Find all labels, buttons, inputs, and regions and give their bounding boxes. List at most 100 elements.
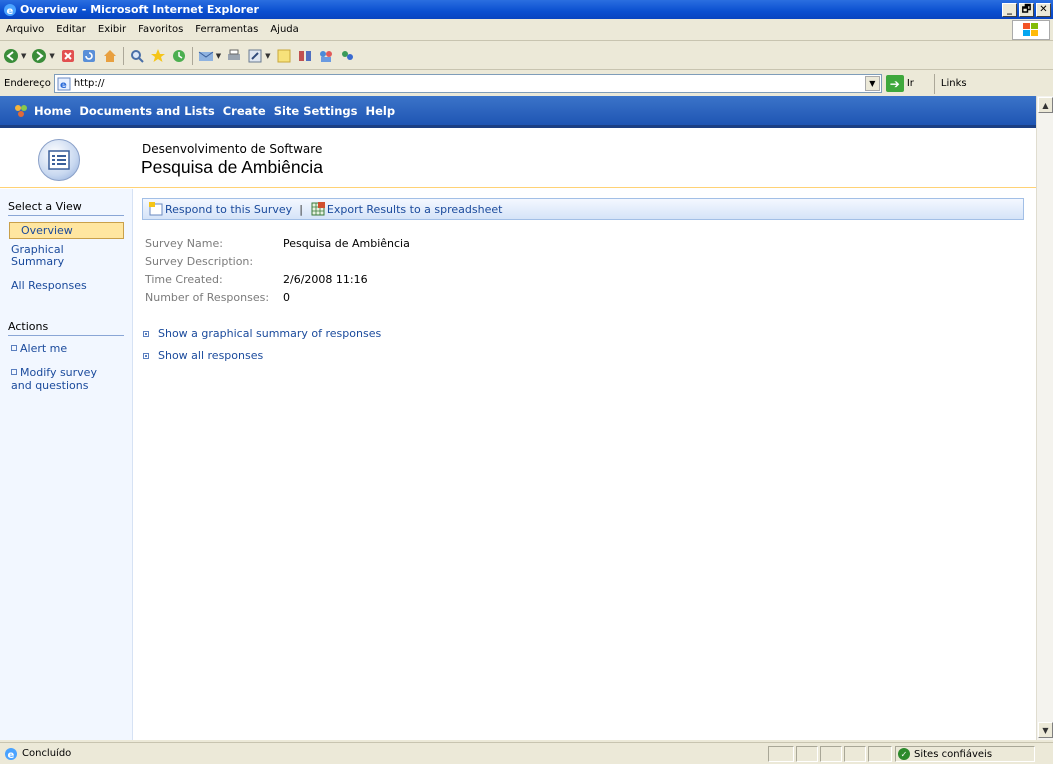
go-label: Ir (906, 78, 914, 89)
show-all-responses-link[interactable]: Show all responses (143, 349, 263, 362)
people-icon[interactable] (339, 48, 355, 64)
menu-exibir[interactable]: Exibir (92, 24, 132, 35)
stop-icon[interactable] (60, 48, 76, 64)
export-spreadsheet-icon (311, 202, 325, 216)
security-zone-label: Sites confiáveis (914, 748, 993, 760)
time-created-label: Time Created: (145, 273, 223, 286)
edit-icon[interactable] (247, 48, 263, 64)
browser-toolbar: ▼ ▼ ▼ ▼ (0, 42, 1053, 70)
view-graphical-summary[interactable]: Graphical Summary (11, 244, 101, 268)
nav-help[interactable]: Help (366, 104, 396, 118)
status-panel (796, 746, 818, 762)
security-zone[interactable]: ✓ Sites confiáveis (895, 746, 1035, 762)
minimize-button[interactable]: _ (1002, 2, 1017, 17)
menu-favoritos[interactable]: Favoritos (132, 24, 189, 35)
address-value: http:// (73, 78, 105, 89)
survey-name-label: Survey Name: (145, 237, 223, 250)
scroll-down-icon[interactable]: ▼ (1038, 722, 1053, 738)
status-bar: e Concluído ✓ Sites confiáveis (0, 742, 1053, 764)
status-panel (844, 746, 866, 762)
go-arrow-icon: ➔ (885, 75, 904, 92)
vertical-scrollbar[interactable]: ▲ ▼ (1036, 96, 1053, 740)
print-icon[interactable] (226, 48, 242, 64)
search-icon[interactable] (129, 48, 145, 64)
view-all-responses[interactable]: All Responses (11, 279, 87, 292)
back-icon[interactable] (3, 48, 19, 64)
respond-survey-link[interactable]: Respond to this Survey (165, 203, 292, 216)
response-count-label: Number of Responses: (145, 291, 270, 304)
address-label: Endereço (4, 78, 51, 89)
home-icon[interactable] (102, 48, 118, 64)
menu-ferramentas[interactable]: Ferramentas (189, 24, 264, 35)
research-icon[interactable] (297, 48, 313, 64)
window-title-bar[interactable]: e Overview - Microsoft Internet Explorer… (0, 0, 1053, 19)
nav-home[interactable]: Home (34, 104, 71, 118)
show-graphical-summary-link[interactable]: Show a graphical summary of responses (143, 327, 381, 340)
menu-bar: Arquivo Editar Exibir Favoritos Ferramen… (0, 19, 1053, 41)
nav-documents-and-lists[interactable]: Documents and Lists (79, 104, 214, 118)
svg-text:e: e (60, 80, 67, 91)
page-header: Desenvolvimento de Software Pesquisa de … (0, 131, 1036, 188)
select-view-heading: Select a View (8, 200, 124, 216)
show-all-responses-label: Show all responses (158, 349, 264, 362)
restore-button[interactable]: 🗗 (1019, 2, 1034, 17)
toolbar-separator (122, 46, 124, 65)
menu-arquivo[interactable]: Arquivo (0, 24, 50, 35)
close-button[interactable]: ✕ (1036, 2, 1051, 17)
menu-editar[interactable]: Editar (50, 24, 92, 35)
window-title: Overview - Microsoft Internet Explorer (20, 3, 259, 16)
bullet-icon (11, 345, 17, 351)
page-icon: e (57, 77, 71, 91)
actions-heading: Actions (8, 320, 124, 336)
nav-create[interactable]: Create (223, 104, 266, 118)
scroll-up-icon[interactable]: ▲ (1038, 97, 1053, 113)
status-panel (868, 746, 892, 762)
nav-site-settings[interactable]: Site Settings (274, 104, 358, 118)
forward-dropdown-icon[interactable]: ▼ (49, 52, 54, 60)
show-graphical-summary-label: Show a graphical summary of responses (158, 327, 382, 340)
links-button[interactable]: Links (933, 73, 967, 94)
response-count-value: 0 (283, 291, 290, 304)
mail-icon[interactable] (198, 48, 214, 64)
action-modify-survey-label: Modify survey and questions (11, 366, 97, 392)
messenger-icon[interactable] (318, 48, 334, 64)
address-bar: Endereço e http:// ▼ ➔ Ir Links (0, 71, 1053, 96)
action-alert-me-label: Alert me (20, 342, 68, 355)
svg-text:e: e (8, 750, 15, 761)
favorites-icon[interactable] (150, 48, 166, 64)
ie-icon: e (4, 3, 16, 17)
go-button[interactable]: ➔ Ir (885, 75, 914, 92)
trusted-check-icon: ✓ (898, 748, 910, 760)
address-input[interactable]: e http:// ▼ (53, 74, 882, 93)
bullet-icon (11, 369, 17, 375)
menu-ajuda[interactable]: Ajuda (264, 24, 304, 35)
survey-name-value: Pesquisa de Ambiência (283, 237, 410, 250)
sharepoint-page: Home Documents and Lists Create Site Set… (0, 96, 1036, 740)
page-title: Pesquisa de Ambiência (141, 157, 323, 177)
forward-icon[interactable] (31, 48, 47, 64)
bullet-icon (143, 352, 149, 359)
address-dropdown-icon[interactable]: ▼ (864, 76, 880, 91)
survey-description-label: Survey Description: (145, 255, 254, 268)
top-navigation: Home Documents and Lists Create Site Set… (0, 96, 1036, 128)
bullet-icon (143, 330, 149, 337)
windows-logo-icon (1012, 20, 1050, 40)
svg-text:e: e (7, 6, 14, 17)
action-modify-survey[interactable]: Modify survey and questions (11, 366, 111, 392)
status-text: Concluído (22, 748, 72, 759)
view-overview[interactable]: Overview (9, 222, 124, 239)
history-icon[interactable] (171, 48, 187, 64)
respond-survey-icon (149, 202, 163, 216)
notes-icon[interactable] (276, 48, 292, 64)
refresh-icon[interactable] (81, 48, 97, 64)
export-spreadsheet-link[interactable]: Export Results to a spreadsheet (327, 203, 503, 216)
mail-dropdown-icon[interactable]: ▼ (216, 52, 221, 60)
site-name[interactable]: Desenvolvimento de Software (142, 142, 322, 156)
status-panel (820, 746, 842, 762)
time-created-value: 2/6/2008 11:16 (283, 273, 368, 286)
sharepoint-home-icon (15, 104, 27, 117)
edit-dropdown-icon[interactable]: ▼ (265, 52, 270, 60)
left-navigation (0, 189, 133, 740)
action-alert-me[interactable]: Alert me (11, 342, 67, 355)
back-dropdown-icon[interactable]: ▼ (21, 52, 26, 60)
